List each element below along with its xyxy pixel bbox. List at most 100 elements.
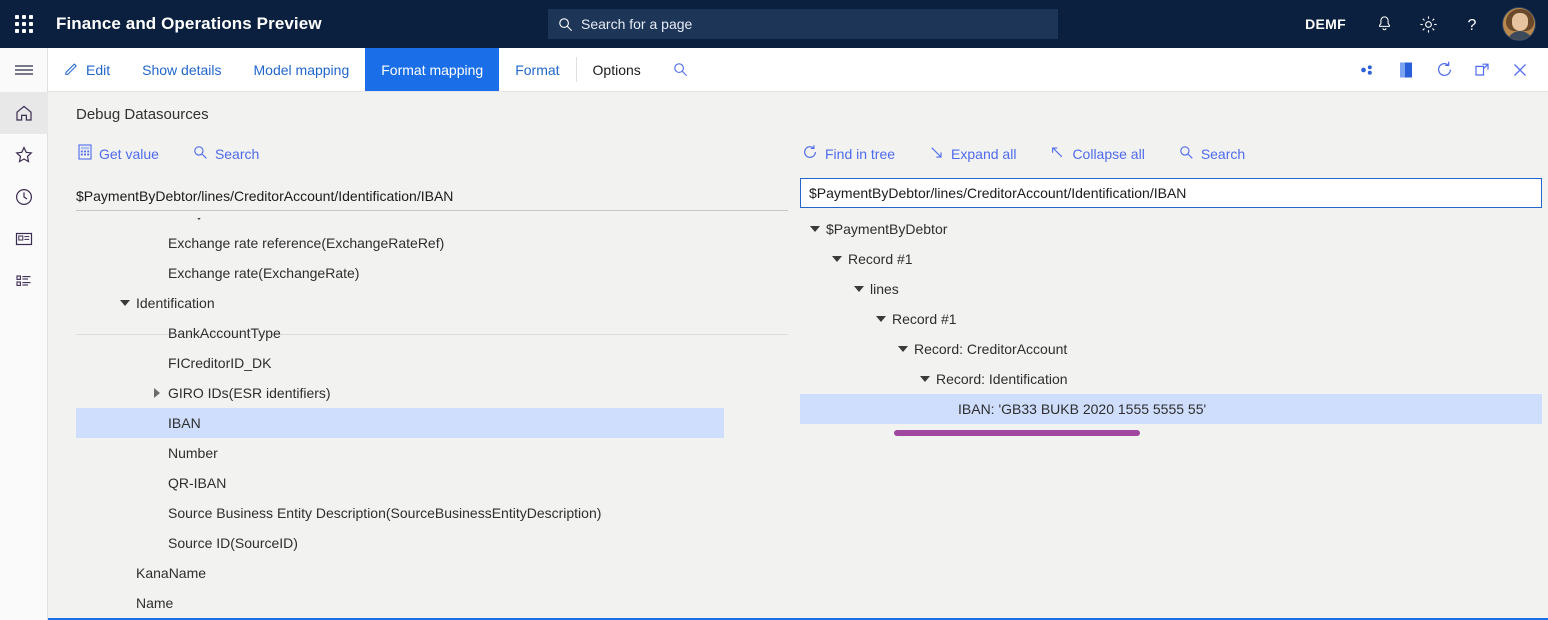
tree-row-label: $PaymentByDebtor — [826, 221, 947, 237]
search-input[interactable] — [581, 16, 1048, 32]
get-value-button[interactable]: Get value — [76, 140, 169, 167]
sidebar-item-home[interactable] — [0, 92, 48, 134]
search-icon — [1179, 145, 1194, 163]
sidebar-item-modules[interactable] — [0, 260, 48, 302]
chevron-down-icon[interactable] — [896, 346, 910, 352]
topbar-right-group: DEMF ? — [1289, 0, 1548, 48]
find-in-tree-button[interactable]: Find in tree — [800, 140, 905, 167]
tree-row[interactable]: Number — [76, 438, 788, 468]
notifications-bell-icon[interactable] — [1362, 0, 1406, 48]
value-tree-pane: Find in tree Expand all Co — [788, 123, 1548, 620]
chevron-down-icon[interactable] — [918, 376, 932, 382]
tree-row-label: KanaName — [136, 565, 206, 581]
expand-all-button[interactable]: Expand all — [927, 141, 1026, 167]
tree-row[interactable]: Record: Identification — [800, 364, 1542, 394]
tree-row-label: FICreditorID_DK — [168, 355, 271, 371]
chevron-down-icon[interactable] — [874, 316, 888, 322]
chevron-down-icon[interactable] — [118, 300, 132, 306]
app-title: Finance and Operations Preview — [56, 14, 322, 34]
sidebar-item-workspaces[interactable] — [0, 218, 48, 260]
left-path-field[interactable] — [76, 181, 788, 211]
edit-button[interactable]: Edit — [48, 48, 126, 91]
tree-row[interactable]: IBAN — [76, 408, 724, 438]
tree-row[interactable]: Exchange rate(ExchangeRate) — [76, 258, 788, 288]
app-launcher-grid — [15, 15, 33, 33]
app-shell: Edit Show details Model mapping Format m… — [0, 48, 1548, 620]
right-tree-rows: $PaymentByDebtor Record #1 lines Record #1 R… — [800, 214, 1542, 424]
sidebar-item-favorites[interactable] — [0, 134, 48, 176]
collapse-all-button[interactable]: Collapse all — [1048, 141, 1154, 167]
attach-link-icon[interactable] — [1350, 48, 1386, 92]
popout-icon[interactable] — [1464, 48, 1500, 92]
user-avatar[interactable] — [1502, 7, 1536, 41]
tree-row-label: GIRO IDs(ESR identifiers) — [168, 385, 331, 401]
tree-row[interactable]: Record: CreditorAccount — [800, 334, 1542, 364]
calculator-icon — [78, 144, 92, 163]
tree-row[interactable]: QR-IBAN — [76, 468, 788, 498]
tree-row[interactable]: FICreditorID_DK — [76, 348, 788, 378]
collapse-all-label: Collapse all — [1072, 146, 1144, 162]
chevron-down-icon[interactable] — [808, 226, 822, 232]
chevron-down-icon[interactable] — [852, 286, 866, 292]
tree-row[interactable]: IBAN: 'GB33 BUKB 2020 1555 5555 55' — [800, 394, 1542, 424]
tree-row[interactable]: Source ID(SourceID) — [76, 528, 788, 558]
tab-format[interactable]: Format — [499, 48, 575, 91]
tree-row[interactable]: GIRO IDs(ESR identifiers) — [76, 378, 788, 408]
options-button[interactable]: Options — [577, 48, 657, 91]
tree-row[interactable]: Record #1 — [800, 244, 1542, 274]
settings-gear-icon[interactable] — [1406, 0, 1450, 48]
hamburger-menu-icon[interactable] — [0, 48, 48, 92]
tree-row[interactable]: lines — [800, 274, 1542, 304]
tree-row-label: QR-IBAN — [168, 475, 226, 491]
tree-row[interactable]: Source Business Entity Description(Sourc… — [76, 498, 788, 528]
help-question-icon[interactable]: ? — [1450, 0, 1494, 48]
debug-datasources-page: Debug Datasources Get value — [48, 92, 1548, 620]
office-app-icon[interactable] — [1388, 48, 1424, 92]
tree-row-label: Identification — [136, 295, 215, 311]
expand-all-label: Expand all — [951, 146, 1016, 162]
refresh-icon[interactable] — [1426, 48, 1462, 92]
left-search-button[interactable]: Search — [191, 141, 269, 167]
app-launcher-icon[interactable] — [0, 0, 48, 48]
tree-row-label: Record: CreditorAccount — [914, 341, 1067, 357]
tree-row-label: IBAN — [168, 415, 201, 431]
right-path-input[interactable] — [809, 185, 1533, 201]
left-tree[interactable]: Exchange rate reference(ExchangeRateRef)… — [76, 217, 788, 619]
tree-row-label: Source Business Entity Description(Sourc… — [168, 505, 601, 521]
tree-row[interactable]: $PaymentByDebtor — [800, 214, 1542, 244]
tree-row[interactable]: Exchange rate reference(ExchangeRateRef) — [76, 228, 788, 258]
action-pane-right-icons — [1350, 48, 1548, 91]
right-tree[interactable]: $PaymentByDebtor Record #1 lines Record #1 R… — [800, 214, 1542, 614]
datasource-tree-pane: Get value Search — [48, 123, 788, 620]
company-selector[interactable]: DEMF — [1289, 16, 1362, 32]
right-search-button[interactable]: Search — [1177, 141, 1255, 167]
left-navigation-rail — [0, 48, 48, 620]
tree-row[interactable]: BankAccountType — [76, 318, 788, 348]
chevron-down-icon[interactable] — [830, 256, 844, 262]
left-path-input[interactable] — [76, 188, 788, 204]
sidebar-item-recent[interactable] — [0, 176, 48, 218]
tree-row[interactable]: Record #1 — [800, 304, 1542, 334]
tree-row[interactable]: Name — [76, 588, 788, 618]
tree-row-label: lines — [870, 281, 899, 297]
right-search-label: Search — [1201, 146, 1245, 162]
tab-format-mapping[interactable]: Format mapping — [365, 48, 499, 91]
right-path-field[interactable] — [800, 178, 1542, 208]
arrow-up-left-icon — [1050, 145, 1065, 163]
tree-row[interactable]: Identification — [76, 288, 788, 318]
left-command-bar: Get value Search — [76, 123, 788, 167]
find-in-tree-label: Find in tree — [825, 146, 895, 162]
left-tree-rows: Exchange rate reference(ExchangeRateRef)… — [76, 228, 788, 618]
left-tree-clipped-row — [76, 218, 788, 228]
tab-model-mapping[interactable]: Model mapping — [238, 48, 366, 91]
toolbar-search-icon[interactable] — [657, 48, 704, 91]
show-details-button[interactable]: Show details — [126, 48, 237, 91]
get-value-label: Get value — [99, 146, 159, 162]
tree-row-label: Name — [136, 595, 173, 611]
close-icon[interactable] — [1502, 48, 1538, 92]
tree-row[interactable]: KanaName — [76, 558, 788, 588]
chevron-right-icon[interactable] — [150, 388, 164, 398]
tree-row-label: Exchange rate reference(ExchangeRateRef) — [168, 235, 444, 251]
tree-row-label: Record #1 — [848, 251, 913, 267]
global-search-box[interactable] — [548, 9, 1058, 39]
